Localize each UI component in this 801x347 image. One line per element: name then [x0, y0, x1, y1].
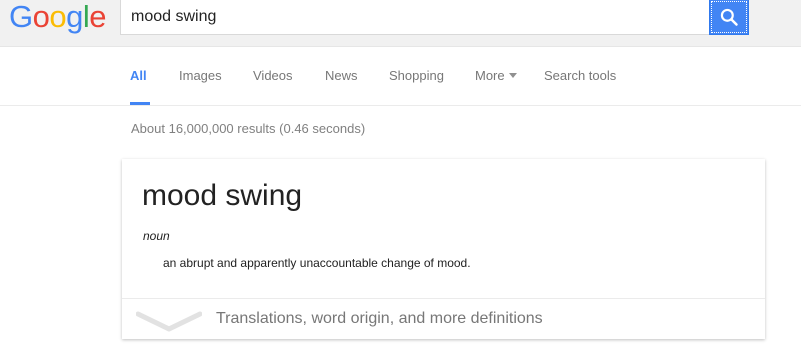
header-bar: G o o g l e: [0, 0, 801, 47]
tab-news[interactable]: News: [325, 48, 358, 105]
tab-label: Videos: [253, 68, 293, 83]
tab-label: More: [475, 68, 505, 83]
definition-text: an abrupt and apparently unaccountable c…: [163, 256, 471, 270]
more-definitions-label: Translations, word origin, and more defi…: [216, 310, 543, 327]
tab-label: All: [130, 68, 147, 83]
google-logo[interactable]: G o o g l e: [9, 0, 107, 34]
tab-label: Shopping: [389, 68, 444, 83]
search-button[interactable]: [709, 0, 749, 35]
tab-images[interactable]: Images: [179, 48, 222, 105]
logo-letter: g: [66, 0, 83, 34]
tab-more[interactable]: More: [475, 48, 517, 105]
tab-videos[interactable]: Videos: [253, 48, 293, 105]
result-stats: About 16,000,000 results (0.46 seconds): [131, 121, 366, 136]
tab-shopping[interactable]: Shopping: [389, 48, 444, 105]
logo-letter: G: [9, 0, 33, 34]
chevron-down-icon: [136, 311, 202, 332]
part-of-speech: noun: [143, 229, 170, 243]
definition-card: mood swing noun an abrupt and apparently…: [122, 159, 765, 339]
logo-letter: o: [32, 0, 50, 34]
tab-label: Images: [179, 68, 222, 83]
logo-letter: o: [49, 0, 67, 34]
google-search-page: G o o g l e All Images Videos New: [0, 0, 801, 347]
tab-label: News: [325, 68, 358, 83]
logo-letter: e: [89, 0, 107, 34]
tab-all[interactable]: All: [130, 48, 150, 105]
search-input[interactable]: [131, 0, 691, 34]
search-tabs: All Images Videos News Shopping More Sea…: [0, 48, 801, 106]
definition-term: mood swing: [142, 179, 303, 212]
tab-search-tools[interactable]: Search tools: [544, 48, 616, 105]
search-icon: [720, 8, 738, 26]
caret-down-icon: [508, 73, 517, 78]
search-box: [120, 0, 710, 35]
more-definitions-button[interactable]: Translations, word origin, and more defi…: [122, 299, 765, 339]
tab-label: Search tools: [544, 68, 617, 83]
